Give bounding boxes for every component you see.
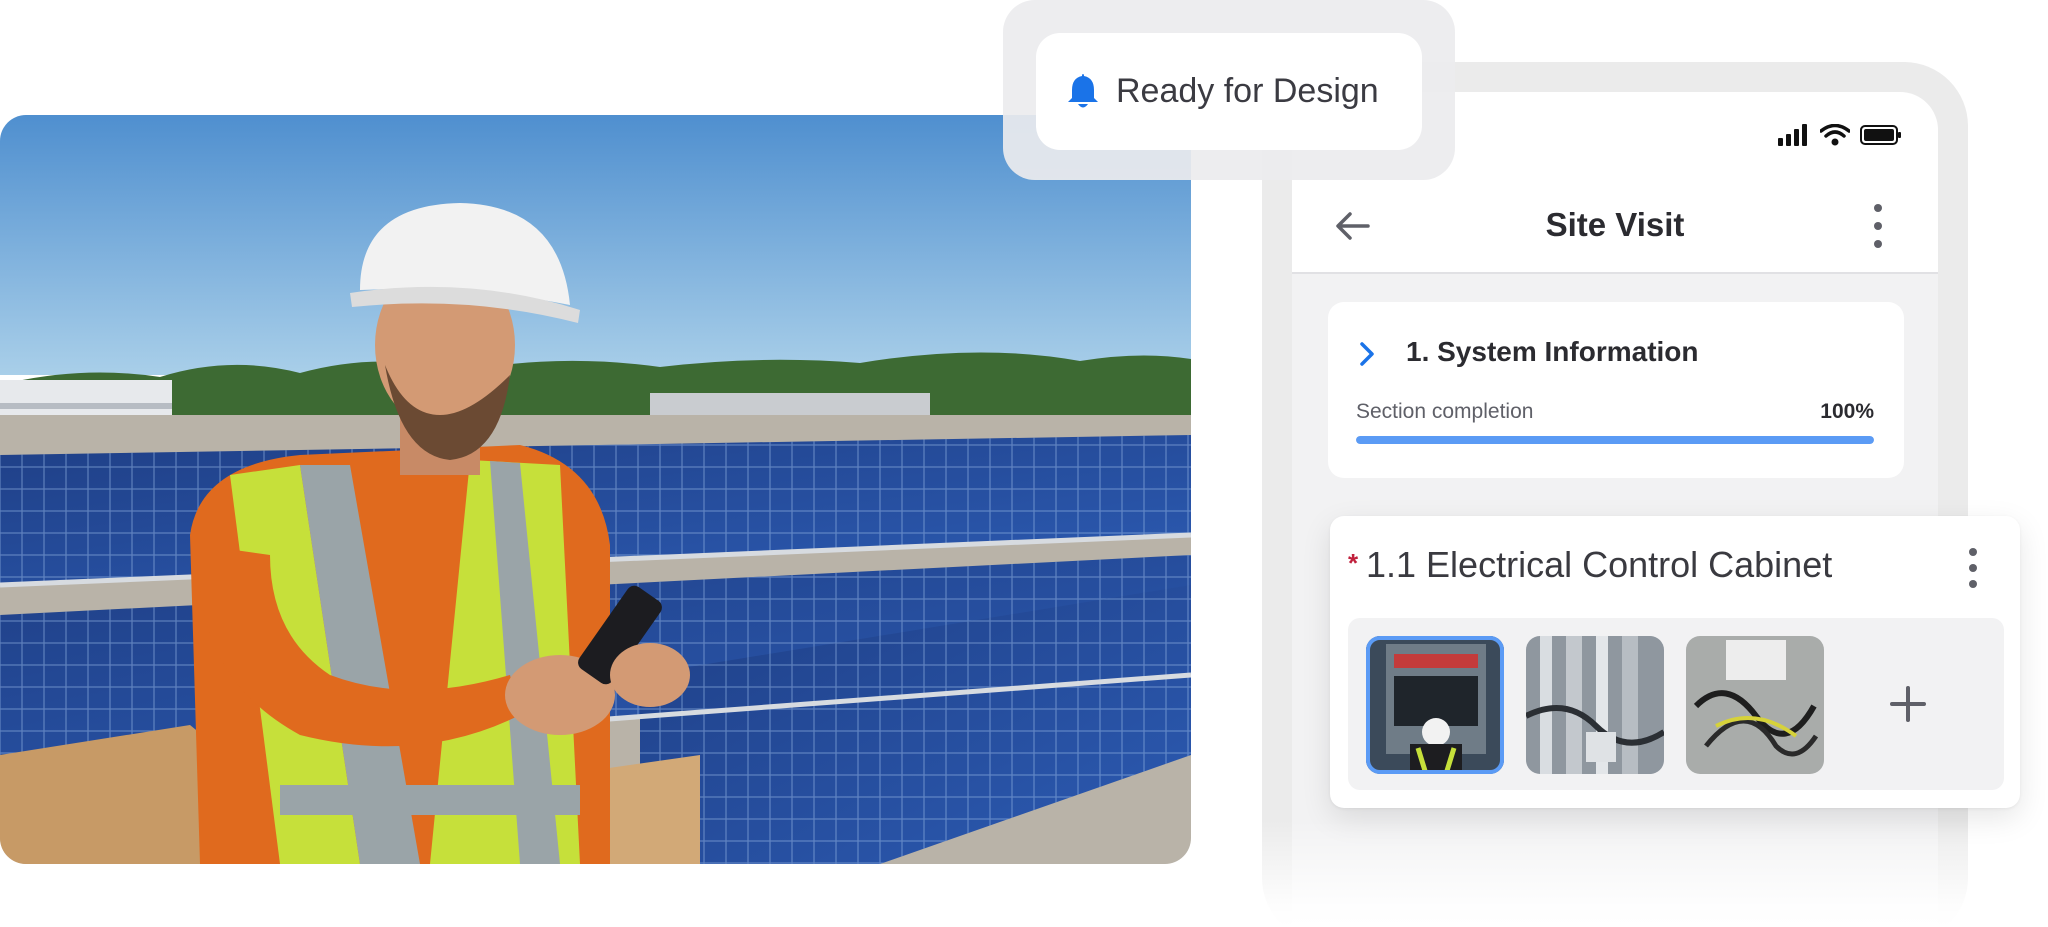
chevron-right-icon[interactable]: [1356, 340, 1378, 368]
notification-badge: Ready for Design: [1036, 33, 1422, 150]
photo-tray: [1348, 618, 2004, 790]
app-header: Site Visit: [1292, 178, 1938, 274]
cabinet-photo-3-image: [1686, 636, 1824, 774]
page-title: Site Visit: [1545, 206, 1685, 243]
required-mark: *: [1348, 548, 1359, 578]
completion-progress-fill: [1356, 436, 1874, 444]
battery-icon: [1860, 125, 1901, 145]
section-card[interactable]: 1. System Information Section completion…: [1328, 302, 1904, 478]
cabinet-photo-1[interactable]: [1366, 636, 1504, 774]
status-icons: [1778, 124, 1902, 146]
signal-icon: [1778, 124, 1807, 146]
wifi-icon: [1820, 124, 1850, 146]
completion-label: Section completion: [1356, 400, 1534, 423]
cabinet-photo-3[interactable]: [1686, 636, 1824, 774]
more-vertical-icon[interactable]: [1870, 200, 1886, 252]
cabinet-card: * 1.1 Electrical Control Cabinet: [1330, 516, 2020, 808]
bell-icon: [1068, 74, 1098, 108]
hero-stage: Site Visit 1. System Information Section…: [0, 0, 2048, 927]
solar-worker-photo: [0, 115, 1191, 864]
solar-worker-illustration: [0, 115, 1191, 864]
completion-value: 100%: [1820, 400, 1874, 423]
cabinet-photo-2-image: [1526, 636, 1664, 774]
cabinet-photo-2[interactable]: [1526, 636, 1664, 774]
section-title: 1. System Information: [1406, 336, 1699, 367]
plus-icon[interactable]: [1870, 666, 1946, 742]
completion-progress-bar: [1356, 436, 1874, 444]
more-vertical-icon[interactable]: [1966, 546, 1980, 590]
phone-bottom-fade: [1228, 820, 1988, 927]
cabinet-title: 1.1 Electrical Control Cabinet: [1366, 544, 1833, 585]
notification-text: Ready for Design: [1116, 72, 1379, 110]
cabinet-photo-1-image: [1366, 636, 1504, 774]
